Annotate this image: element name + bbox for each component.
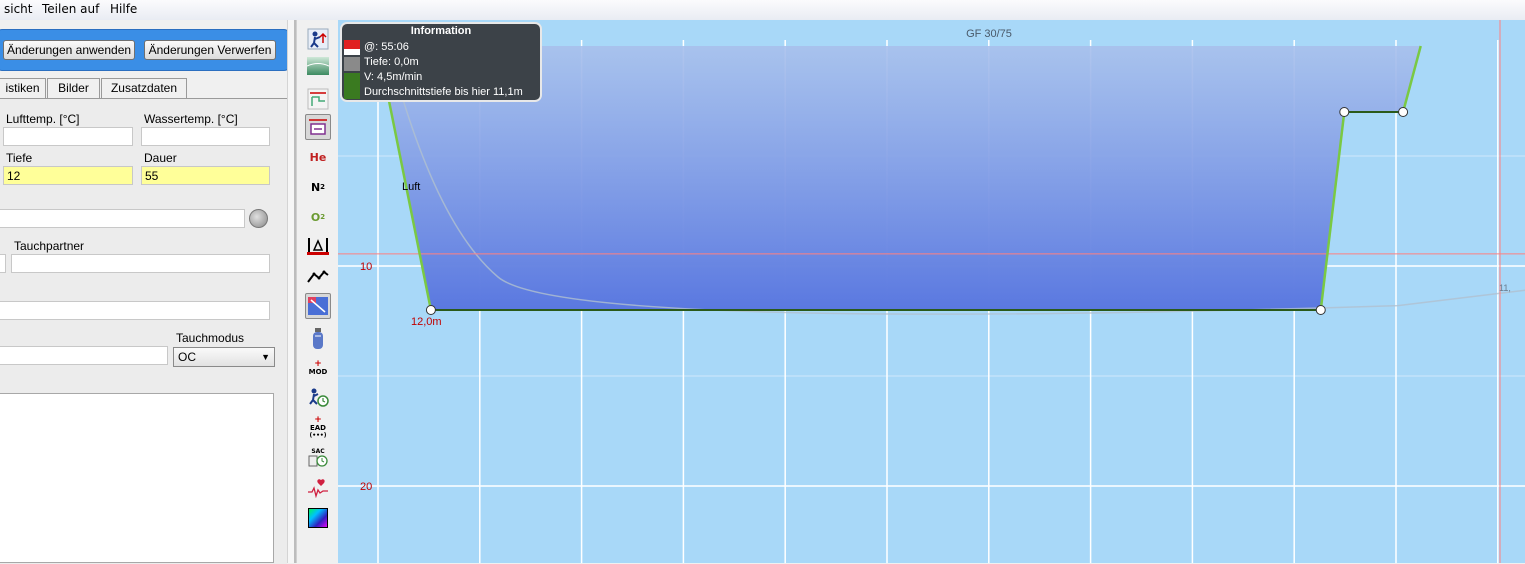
suit-field[interactable] bbox=[0, 346, 168, 365]
unsaved-changes-bar: Änderungen anwenden Änderungen Verwerfen bbox=[0, 29, 290, 71]
heatmap-toggle-icon[interactable] bbox=[305, 293, 331, 319]
info-rate: V: 4,5m/min bbox=[364, 71, 423, 83]
tab-extra-data[interactable]: Zusatzdaten bbox=[101, 78, 187, 98]
nitrogen-icon[interactable]: N2 bbox=[305, 174, 331, 200]
gf-label: GF 30/75 bbox=[966, 28, 1012, 40]
mod-icon[interactable]: + MOD bbox=[305, 355, 331, 381]
buddy-label: Tauchpartner bbox=[14, 239, 85, 253]
menu-share[interactable]: Teilen auf bbox=[42, 2, 99, 16]
ceiling-value-label: 11, bbox=[1499, 283, 1511, 293]
buddy-field[interactable] bbox=[11, 254, 270, 273]
helium-icon[interactable]: He bbox=[305, 144, 331, 170]
oxygen-text: O bbox=[310, 210, 321, 224]
heartrate-icon[interactable] bbox=[305, 475, 331, 501]
mod-text: MOD bbox=[308, 368, 328, 376]
globe-icon[interactable] bbox=[249, 209, 268, 228]
profile-toolbar: He N2 O2 + MOD + EAD (•••) SAC bbox=[296, 20, 339, 563]
chevron-down-icon: ▼ bbox=[261, 352, 270, 362]
helium-text: He bbox=[309, 150, 327, 164]
sac-text: SAC bbox=[311, 447, 325, 455]
duration-field[interactable]: 55 bbox=[141, 166, 270, 185]
ceiling-icon[interactable] bbox=[305, 86, 331, 112]
air-temp-label: Lufttemp. [°C] bbox=[6, 112, 80, 126]
discard-changes-button[interactable]: Änderungen Verwerfen bbox=[144, 40, 276, 60]
air-temp-field[interactable] bbox=[3, 127, 133, 146]
profile-waypoint bbox=[1398, 107, 1409, 117]
delta-icon[interactable] bbox=[305, 233, 331, 259]
location-field[interactable] bbox=[0, 209, 245, 228]
sac-icon[interactable]: SAC bbox=[305, 444, 331, 470]
depth-field[interactable]: 12 bbox=[3, 166, 133, 185]
profile-waypoint bbox=[425, 305, 436, 315]
depth-tick-label: 20 bbox=[360, 481, 372, 493]
info-title: Information bbox=[410, 25, 472, 37]
other-field[interactable] bbox=[0, 301, 270, 320]
info-avg-depth: Durchschnittstiefe bis hier 11,1m bbox=[364, 86, 523, 98]
diver-ascend-icon[interactable] bbox=[305, 26, 331, 52]
info-depth: Tiefe: 0,0m bbox=[364, 56, 419, 68]
dive-mode-value: OC bbox=[178, 350, 196, 364]
bottle-icon[interactable] bbox=[305, 326, 331, 352]
menu-bar: sicht Teilen auf Hilfe bbox=[0, 0, 1525, 21]
ead-text: EAD bbox=[309, 423, 326, 432]
dive-details-panel: Änderungen anwenden Änderungen Verwerfen… bbox=[0, 20, 293, 564]
depth-tick-label: 10 bbox=[360, 261, 372, 273]
dive-mode-label: Tauchmodus bbox=[176, 331, 245, 345]
profile-line-icon[interactable] bbox=[305, 263, 331, 289]
water-temp-field[interactable] bbox=[141, 127, 270, 146]
nitrogen-text: N bbox=[310, 180, 321, 194]
profile-waypoint bbox=[1339, 107, 1350, 117]
water-temp-label: Wassertemp. [°C] bbox=[144, 112, 238, 126]
menu-help[interactable]: Hilfe bbox=[110, 2, 137, 16]
menu-view[interactable]: sicht bbox=[4, 2, 33, 16]
gradient-icon[interactable] bbox=[305, 53, 331, 79]
tab-pictures[interactable]: Bilder bbox=[47, 78, 100, 98]
depth-label: Tiefe bbox=[6, 151, 33, 165]
dive-mode-select[interactable]: OC ▼ bbox=[173, 347, 275, 367]
profile-waypoint bbox=[1315, 305, 1326, 315]
diver-time-icon[interactable] bbox=[305, 384, 331, 410]
oxygen-icon[interactable]: O2 bbox=[305, 204, 331, 230]
info-time: @: 55:06 bbox=[364, 41, 409, 53]
color-map-icon[interactable] bbox=[305, 505, 331, 531]
max-depth-label: 12,0m bbox=[411, 316, 442, 328]
ead-icon[interactable]: + EAD (•••) bbox=[305, 414, 331, 440]
tab-statistics[interactable]: istiken bbox=[0, 78, 46, 98]
information-box: Information @: 55:06 Tiefe: 0,0m V: 4,5m… bbox=[340, 22, 542, 102]
notes-textarea[interactable] bbox=[0, 393, 274, 563]
info-legend-icon bbox=[344, 40, 360, 100]
apply-changes-button[interactable]: Änderungen anwenden bbox=[3, 40, 135, 60]
deco-calc-icon[interactable] bbox=[305, 114, 331, 140]
divemaster-field[interactable] bbox=[0, 254, 6, 273]
duration-label: Dauer bbox=[144, 151, 177, 165]
gas-label: Luft bbox=[402, 181, 420, 193]
